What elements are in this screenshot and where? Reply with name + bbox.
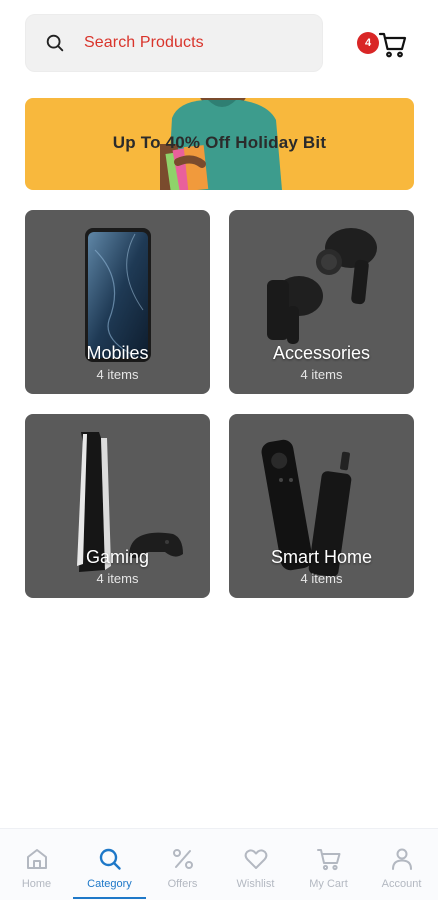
category-title: Accessories: [272, 343, 371, 363]
nav-home[interactable]: Home: [0, 829, 73, 900]
nav-label: My Cart: [309, 878, 348, 890]
nav-label: Offers: [167, 878, 198, 890]
bottom-navigation: Home Category Offers Wishlist My Cart Ac…: [0, 828, 438, 900]
category-card-gaming[interactable]: Gaming 4 items: [25, 414, 210, 598]
search-icon: [99, 848, 121, 870]
category-card-mobiles[interactable]: Mobiles 4 items: [25, 210, 210, 394]
nav-offers[interactable]: Offers: [146, 829, 219, 900]
search-icon: [46, 34, 64, 52]
search-input[interactable]: Search Products: [25, 14, 323, 72]
nav-my-cart[interactable]: My Cart: [292, 829, 365, 900]
category-title: Smart Home: [270, 547, 373, 567]
nav-label: Home: [21, 878, 52, 890]
cart-icon: [316, 849, 340, 871]
category-title: Gaming: [85, 547, 150, 567]
banner-text: Up To 40% Off Holiday Bit: [112, 133, 327, 152]
nav-label: Category: [87, 878, 132, 890]
category-count: 4 items: [96, 571, 139, 586]
percent-icon: [172, 849, 193, 869]
person-icon: [391, 848, 412, 870]
category-count: 4 items: [96, 367, 139, 382]
cart-badge: 4: [357, 32, 379, 54]
category-title: Mobiles: [86, 343, 149, 363]
cart-icon: [378, 32, 407, 58]
nav-category[interactable]: Category: [73, 829, 146, 900]
nav-label: Account: [381, 878, 422, 890]
heart-icon: [244, 849, 267, 869]
category-count: 4 items: [300, 571, 343, 586]
search-placeholder: Search Products: [84, 34, 204, 51]
nav-wishlist[interactable]: Wishlist: [219, 829, 292, 900]
nav-label: Wishlist: [236, 878, 275, 890]
nav-account[interactable]: Account: [365, 829, 438, 900]
category-count: 4 items: [300, 367, 343, 382]
home-icon: [26, 849, 47, 869]
category-card-accessories[interactable]: Accessories 4 items: [229, 210, 414, 394]
category-card-smart-home[interactable]: Smart Home 4 items: [229, 414, 414, 598]
cart-button[interactable]: 4: [356, 29, 412, 61]
promo-banner[interactable]: Up To 40% Off Holiday Bit: [25, 98, 414, 190]
active-tab-indicator: [73, 897, 146, 899]
